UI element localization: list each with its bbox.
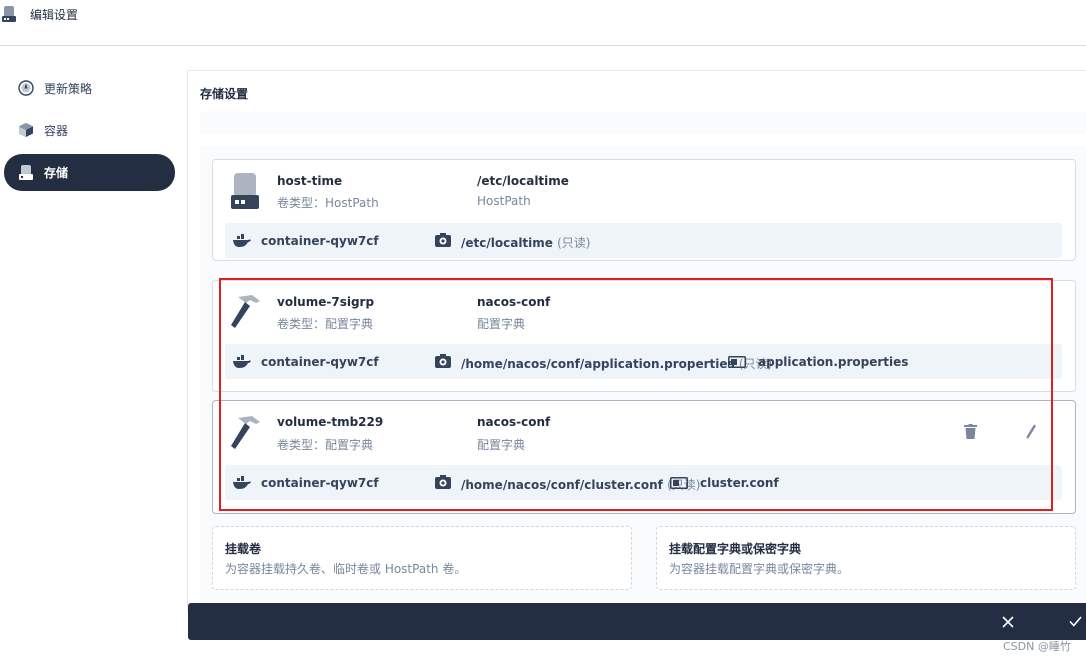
mount-volume-option[interactable]	[212, 526, 632, 590]
sidebar-item-storage[interactable]: 存储	[4, 154, 175, 191]
sidebar-item-update-strategy[interactable]: 更新策略	[4, 70, 175, 107]
readonly-tag: (只读)	[557, 236, 591, 250]
volume-source-type: HostPath	[477, 194, 531, 208]
option-desc: 为容器挂载持久卷、临时卷或 HostPath 卷。	[225, 562, 467, 576]
watermark: CSDN @睡竹	[1003, 640, 1071, 653]
hostpath-disk-icon	[231, 173, 259, 209]
section-band	[200, 112, 1086, 134]
option-desc: 为容器挂载配置字典或保密字典。	[669, 562, 850, 576]
section-title: 存储设置	[200, 87, 249, 101]
sidebar-item-label: 更新策略	[44, 82, 93, 96]
update-strategy-icon	[18, 80, 34, 96]
option-title: 挂载卷	[225, 542, 262, 556]
mount-path-icon	[435, 233, 451, 247]
volume-source: /etc/localtime	[477, 174, 569, 188]
sidebar-item-container[interactable]: 容器	[4, 112, 175, 149]
container-name: container-qyw7cf	[261, 234, 379, 248]
page-header	[0, 0, 1086, 46]
container-icon	[19, 123, 33, 137]
volume-name: host-time	[277, 174, 343, 188]
mount-path: /etc/localtime (只读)	[461, 236, 591, 250]
page-title: 编辑设置	[30, 8, 79, 22]
disk-icon	[2, 6, 16, 22]
docker-icon	[233, 234, 251, 247]
mount-config-option[interactable]	[656, 526, 1076, 590]
check-icon[interactable]	[1069, 616, 1082, 627]
storage-icon	[19, 165, 33, 180]
volume-type: 卷类型：HostPath	[277, 196, 379, 210]
option-title: 挂载配置字典或保密字典	[669, 542, 802, 556]
close-icon[interactable]	[1002, 616, 1014, 628]
highlight-box	[219, 278, 1053, 511]
footer-bar	[188, 603, 1086, 640]
sidebar-item-label: 容器	[44, 124, 69, 138]
sidebar-item-label: 存储	[44, 166, 69, 180]
